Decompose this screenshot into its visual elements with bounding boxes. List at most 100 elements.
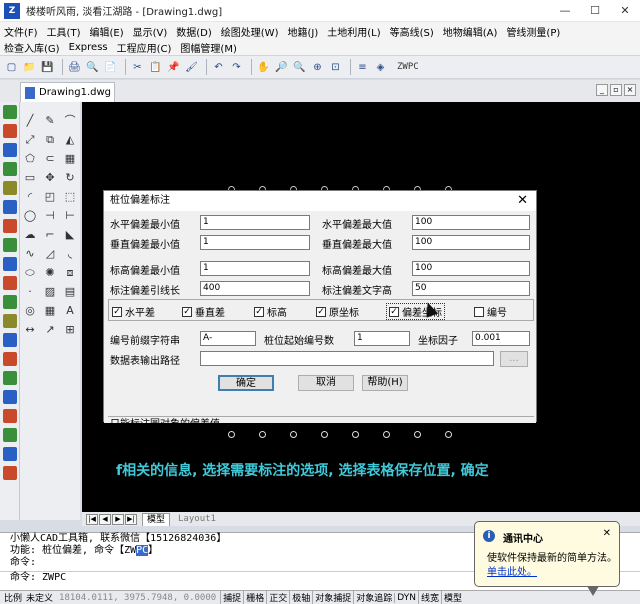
dimension-icon[interactable]: ↔ [22,322,38,338]
checkbox-original-coord[interactable]: ✓ 原坐标 [316,304,359,319]
region-icon[interactable]: ◎ [22,303,38,319]
extend-icon[interactable]: ⊢ [62,208,78,224]
next-tab-icon[interactable]: ▶ [112,513,124,525]
tool-icon[interactable] [3,333,17,347]
menu-edit[interactable]: 编辑(E) [89,24,123,39]
menu-tools[interactable]: 工具(T) [47,24,81,39]
ellipse-icon[interactable]: ⬭ [22,265,38,281]
polygon-icon[interactable]: ⬠ [22,151,38,167]
tool-icon[interactable] [3,124,17,138]
doc-restore-icon[interactable]: ▫ [610,84,622,96]
minimize-button[interactable]: — [550,0,580,22]
e-max-input[interactable]: 100 [412,261,530,276]
explode-icon[interactable]: ✺ [42,265,58,281]
output-path-input[interactable] [200,351,494,366]
start-number-input[interactable]: 1 [354,331,410,346]
tool-icon[interactable] [3,238,17,252]
menu-file[interactable]: 文件(F) [4,24,38,39]
tab-model[interactable]: 模型 [142,512,171,526]
help-button[interactable]: 帮助(H) [362,375,408,391]
cut-icon[interactable]: ✂ [130,60,145,75]
scale-value[interactable]: 未定义 [26,591,53,604]
checkbox-number[interactable]: 编号 [474,304,507,319]
doc-minimize-icon[interactable]: _ [596,84,608,96]
tool-icon[interactable] [3,276,17,290]
mtext-icon[interactable]: A [62,303,78,319]
cancel-button[interactable]: 取消 [298,375,354,391]
menu-check-import[interactable]: 检查入库(G) [4,40,60,55]
break-icon[interactable]: ⌐ [42,227,58,243]
layer-manager-icon[interactable]: ◈ [373,60,388,75]
menu-cadastre[interactable]: 地籍(J) [287,24,318,39]
construction-line-icon[interactable]: ⤢ [22,132,38,148]
menu-sheet-manage[interactable]: 图幅管理(M) [180,40,236,55]
erase-icon[interactable]: ✎ [42,113,58,129]
rectangle-icon[interactable]: ▭ [22,170,38,186]
tool-icon[interactable] [3,371,17,385]
checkbox-elevation[interactable]: ✓ 标高 [254,304,287,319]
tool-icon[interactable] [3,447,17,461]
zoom-extents-icon[interactable]: ⊕ [310,60,325,75]
publish-icon[interactable]: 📄 [103,60,118,75]
tool-icon[interactable] [3,314,17,328]
h-max-input[interactable]: 100 [412,215,530,230]
tool-icon[interactable] [3,295,17,309]
new-file-icon[interactable]: ▢ [4,60,19,75]
dyn-toggle[interactable]: DYN [394,592,418,603]
paste-icon[interactable]: 📌 [166,60,181,75]
tool-icon[interactable] [3,466,17,480]
point-icon[interactable]: · [22,284,38,300]
zoom-realtime-icon[interactable]: 🔎 [274,60,289,75]
menu-express[interactable]: Express [69,42,108,53]
checkbox-horizontal[interactable]: ✓ 水平差 [112,304,155,319]
h-min-input[interactable]: 1 [200,215,310,230]
move-icon[interactable]: ✥ [42,170,58,186]
coord-factor-input[interactable]: 0.001 [472,331,530,346]
rotate-icon[interactable]: ↻ [62,170,78,186]
join-icon[interactable]: ◣ [62,227,78,243]
spline-icon[interactable]: ∿ [22,246,38,262]
tool-icon[interactable] [3,409,17,423]
close-window-button[interactable]: ✕ [610,0,640,22]
browse-button[interactable]: ... [500,351,528,367]
tool-icon[interactable] [3,143,17,157]
model-toggle[interactable]: 模型 [440,591,464,604]
balloon-link[interactable]: 单击此处。 [487,563,537,578]
text-height-input[interactable]: 50 [412,281,530,296]
table-icon[interactable]: ▦ [42,303,58,319]
ortho-toggle[interactable]: 正交 [266,591,289,604]
block-icon[interactable]: ⧈ [62,265,78,281]
menu-landuse[interactable]: 土地利用(L) [327,24,380,39]
mirror-icon[interactable]: ◭ [62,132,78,148]
v-min-input[interactable]: 1 [200,235,310,250]
polyline-icon[interactable]: ⌒ [62,113,78,129]
menu-view[interactable]: 显示(V) [133,24,168,39]
prefix-input[interactable]: A- [200,331,256,346]
copy-icon[interactable]: ⧉ [42,132,58,148]
tool-icon[interactable] [3,162,17,176]
fillet-icon[interactable]: ◟ [62,246,78,262]
pan-icon[interactable]: ✋ [256,60,271,75]
menu-feature-edit[interactable]: 地物编辑(A) [443,24,498,39]
osnap-toggle[interactable]: 对象捕捉 [312,591,353,604]
gradient-icon[interactable]: ▤ [62,284,78,300]
tab-layout1[interactable]: Layout1 [174,513,220,526]
menu-contour[interactable]: 等高线(S) [390,24,434,39]
tool-icon[interactable] [3,352,17,366]
offset-icon[interactable]: ⊂ [42,151,58,167]
menu-data[interactable]: 数据(D) [176,24,212,39]
line-icon[interactable]: ╱ [22,113,38,129]
tool-icon[interactable] [3,105,17,119]
hatch-icon[interactable]: ▨ [42,284,58,300]
leader-icon[interactable]: ↗ [42,322,58,338]
tool-icon[interactable] [3,390,17,404]
ok-button[interactable]: 确定 [218,375,274,391]
undo-icon[interactable]: ↶ [211,60,226,75]
tool-icon[interactable] [3,200,17,214]
checkbox-vertical[interactable]: ✓ 垂直差 [182,304,225,319]
maximize-button[interactable]: ☐ [580,0,610,22]
open-folder-icon[interactable]: 📁 [22,60,37,75]
tool-icon[interactable] [3,257,17,271]
array-icon[interactable]: ▦ [62,151,78,167]
grid-toggle[interactable]: 栅格 [243,591,266,604]
